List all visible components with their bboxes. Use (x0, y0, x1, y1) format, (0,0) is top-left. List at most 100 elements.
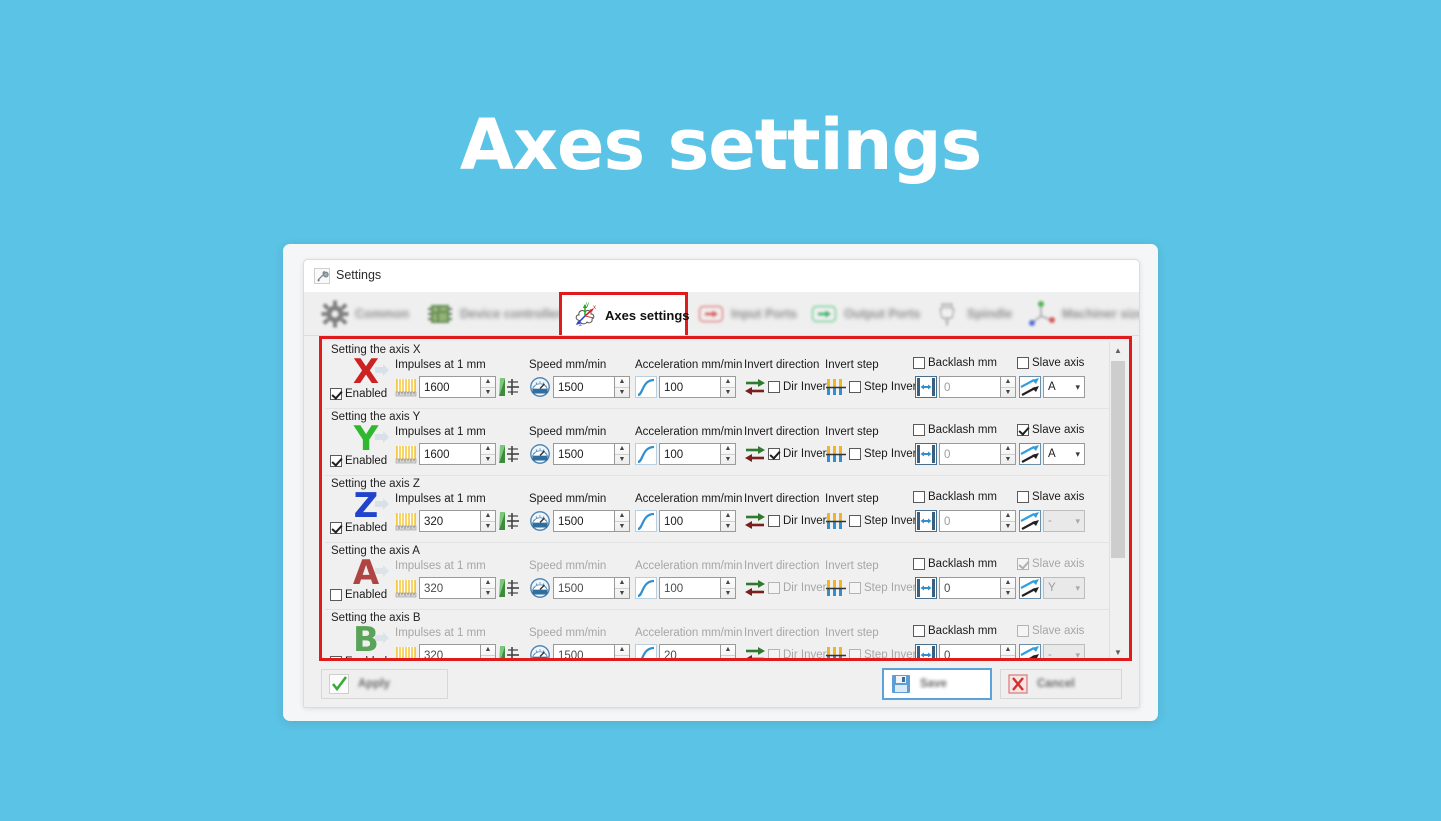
checkbox[interactable] (1017, 625, 1029, 637)
dir-invert-checkbox[interactable]: Dir Invert (744, 376, 830, 398)
speed-field-input[interactable] (553, 510, 615, 532)
impulses-field-post-icon[interactable] (498, 376, 520, 398)
slave-axis-select[interactable]: A ▾ (1043, 376, 1085, 398)
slave-axis-enable-checkbox[interactable]: Slave axis (1017, 491, 1084, 503)
speed-field-input[interactable] (553, 577, 615, 599)
dir-invert-checkbox[interactable]: Dir Invert (744, 644, 830, 658)
checkbox[interactable] (1017, 357, 1029, 369)
impulses-field-input[interactable] (419, 644, 481, 658)
backlash-stepper[interactable]: ▲ ▼ (1001, 510, 1016, 532)
dir-invert-checkbox[interactable]: Dir Invert (744, 577, 830, 599)
backlash-stepper[interactable]: ▲ ▼ (1001, 577, 1016, 599)
speed-field-input[interactable] (553, 376, 615, 398)
slave-axis-enable-checkbox[interactable]: Slave axis (1017, 625, 1084, 637)
backlash-stepper[interactable]: ▲ ▼ (1001, 644, 1016, 658)
checkbox[interactable] (768, 582, 780, 594)
checkbox[interactable] (768, 649, 780, 658)
acceleration-field-input[interactable] (659, 577, 721, 599)
impulses-field-input[interactable] (419, 577, 481, 599)
enabled-checkbox[interactable]: Enabled (330, 589, 387, 601)
cancel-button[interactable]: Cancel (1000, 669, 1122, 699)
checkbox[interactable] (768, 381, 780, 393)
checkbox[interactable] (330, 656, 342, 658)
slave-axis-enable-checkbox[interactable]: Slave axis (1017, 424, 1084, 436)
backlash-input[interactable] (939, 644, 1001, 658)
checkbox[interactable] (849, 582, 861, 594)
backlash-enable-checkbox[interactable]: Backlash mm (913, 424, 997, 436)
acceleration-field-input[interactable] (659, 376, 721, 398)
tab-machiner-size[interactable]: Machiner size (1019, 292, 1139, 335)
checkbox[interactable] (330, 522, 342, 534)
speed-field-stepper[interactable]: ▲ ▼ (615, 644, 630, 658)
backlash-enable-checkbox[interactable]: Backlash mm (913, 625, 997, 637)
impulses-field-post-icon[interactable] (498, 577, 520, 599)
checkbox[interactable] (913, 491, 925, 503)
checkbox[interactable] (1017, 424, 1029, 436)
backlash-stepper[interactable]: ▲ ▼ (1001, 376, 1016, 398)
backlash-enable-checkbox[interactable]: Backlash mm (913, 357, 997, 369)
slave-axis-select[interactable]: - ▾ (1043, 510, 1085, 532)
enabled-checkbox[interactable]: Enabled (330, 656, 387, 658)
slave-axis-enable-checkbox[interactable]: Slave axis (1017, 558, 1084, 570)
impulses-field-input[interactable] (419, 510, 481, 532)
checkbox[interactable] (849, 448, 861, 460)
acceleration-field-stepper[interactable]: ▲ ▼ (721, 443, 736, 465)
acceleration-field-stepper[interactable]: ▲ ▼ (721, 376, 736, 398)
dir-invert-checkbox[interactable]: Dir Invert (744, 510, 830, 532)
speed-field-stepper[interactable]: ▲ ▼ (615, 443, 630, 465)
enabled-checkbox[interactable]: Enabled (330, 455, 387, 467)
impulses-field-stepper[interactable]: ▲ ▼ (481, 577, 496, 599)
impulses-field-post-icon[interactable] (498, 443, 520, 465)
apply-button[interactable]: Apply (321, 669, 448, 699)
acceleration-field-stepper[interactable]: ▲ ▼ (721, 577, 736, 599)
acceleration-field-input[interactable] (659, 510, 721, 532)
dir-invert-checkbox[interactable]: Dir Invert (744, 443, 830, 465)
enabled-checkbox[interactable]: Enabled (330, 522, 387, 534)
speed-field-stepper[interactable]: ▲ ▼ (615, 376, 630, 398)
checkbox[interactable] (913, 625, 925, 637)
checkbox[interactable] (768, 515, 780, 527)
speed-field-stepper[interactable]: ▲ ▼ (615, 577, 630, 599)
step-invert-checkbox[interactable]: Step Invert (825, 376, 920, 398)
backlash-input[interactable] (939, 376, 1001, 398)
checkbox[interactable] (913, 357, 925, 369)
tab-spindle[interactable]: Spindle (924, 292, 1019, 335)
checkbox[interactable] (330, 388, 342, 400)
slave-axis-select[interactable]: - ▾ (1043, 644, 1085, 658)
tab-axes-settings[interactable]: x y z Axes settings (559, 292, 690, 335)
scroll-down-icon[interactable]: ▼ (1110, 644, 1126, 658)
speed-field-input[interactable] (553, 644, 615, 658)
backlash-enable-checkbox[interactable]: Backlash mm (913, 558, 997, 570)
impulses-field-stepper[interactable]: ▲ ▼ (481, 443, 496, 465)
impulses-field-post-icon[interactable] (498, 510, 520, 532)
save-button[interactable]: Save (882, 668, 992, 700)
impulses-field-stepper[interactable]: ▲ ▼ (481, 644, 496, 658)
step-invert-checkbox[interactable]: Step Invert (825, 644, 920, 658)
slave-axis-select[interactable]: A ▾ (1043, 443, 1085, 465)
scrollbar-thumb[interactable] (1111, 361, 1125, 558)
checkbox[interactable] (913, 424, 925, 436)
acceleration-field-stepper[interactable]: ▲ ▼ (721, 644, 736, 658)
acceleration-field-stepper[interactable]: ▲ ▼ (721, 510, 736, 532)
tab-device-controller[interactable]: Device controller (417, 292, 563, 335)
backlash-input[interactable] (939, 443, 1001, 465)
checkbox[interactable] (849, 515, 861, 527)
checkbox[interactable] (330, 455, 342, 467)
checkbox[interactable] (330, 589, 342, 601)
checkbox[interactable] (913, 558, 925, 570)
impulses-field-stepper[interactable]: ▲ ▼ (481, 376, 496, 398)
step-invert-checkbox[interactable]: Step Invert (825, 577, 920, 599)
speed-field-input[interactable] (553, 443, 615, 465)
checkbox[interactable] (768, 448, 780, 460)
impulses-field-input[interactable] (419, 443, 481, 465)
tab-input-ports[interactable]: Input Ports (688, 292, 801, 335)
speed-field-stepper[interactable]: ▲ ▼ (615, 510, 630, 532)
acceleration-field-input[interactable] (659, 443, 721, 465)
acceleration-field-input[interactable] (659, 644, 721, 658)
checkbox[interactable] (849, 381, 861, 393)
backlash-input[interactable] (939, 510, 1001, 532)
backlash-input[interactable] (939, 577, 1001, 599)
backlash-stepper[interactable]: ▲ ▼ (1001, 443, 1016, 465)
axes-scrollbar[interactable]: ▲ ▼ (1109, 342, 1126, 658)
tab-common[interactable]: Common (312, 292, 417, 335)
